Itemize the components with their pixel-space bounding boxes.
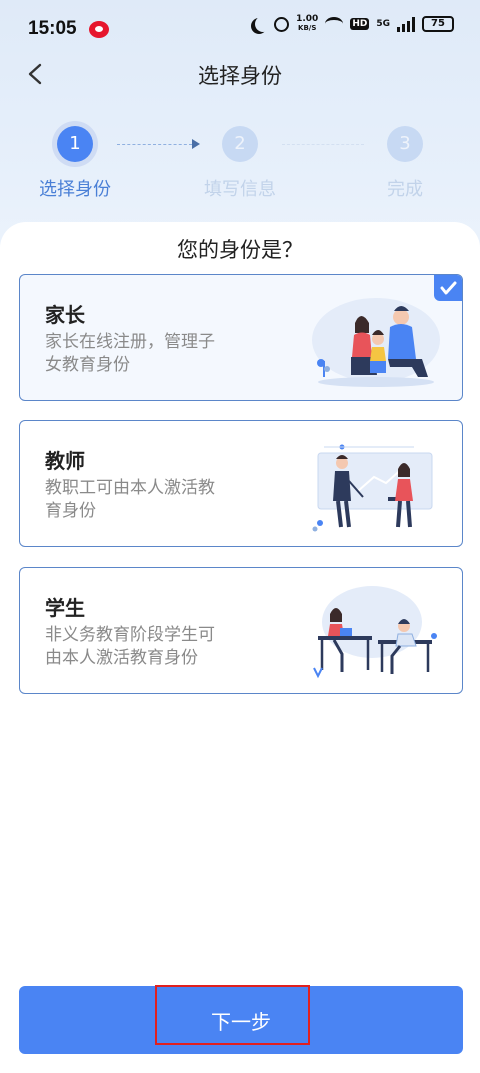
role-question: 您的身份是？ (177, 238, 303, 262)
step-3-circle: 3 (387, 126, 423, 162)
status-time: 15:05 (28, 18, 77, 39)
alarm-clock-icon (274, 16, 290, 32)
role-card-title: 学生 (45, 596, 85, 620)
role-card-description: 非义务教育阶段学生可由本人激活教育身份 (45, 625, 215, 668)
step-3-label: 完成 (387, 179, 423, 200)
step-2-circle: 2 (222, 126, 258, 162)
student-illustration (313, 586, 437, 679)
hd-icon: HD (350, 18, 370, 30)
role-card-description: 教职工可由本人激活教育身份 (45, 478, 215, 521)
wifi-icon (325, 17, 344, 31)
network-type-label: 5G (376, 19, 390, 29)
role-card-student[interactable]: 学生 非义务教育阶段学生可由本人激活教育身份 (19, 567, 463, 694)
next-step-button[interactable]: 下一步 (19, 986, 463, 1054)
family-illustration (312, 298, 440, 387)
role-card-title: 教师 (45, 449, 85, 473)
step-1-circle: 1 (57, 126, 93, 162)
checkmark-icon (440, 281, 457, 295)
network-speed-unit: KB/S (298, 24, 317, 32)
signal-strength-icon (397, 16, 415, 32)
step-connector-1 (117, 144, 192, 145)
role-card-parent[interactable]: 家长 家长在线注册，管理子女教育身份 (19, 274, 463, 401)
progress-stepper: 1 2 3 选择身份 填写信息 完成 (0, 125, 480, 205)
role-card-title: 家长 (45, 303, 85, 327)
teacher-illustration (312, 444, 433, 532)
selected-check-badge (434, 275, 462, 301)
nav-bar: 选择身份 (0, 48, 480, 100)
role-selection-panel: 您的身份是？ 家长 家长在线注册，管理子女教育身份 教师 教职工可由本人激活教育… (0, 222, 480, 1073)
step-connector-2 (282, 144, 364, 145)
battery-icon: 75 (422, 16, 454, 32)
step-2-label: 填写信息 (204, 179, 276, 200)
page-title: 选择身份 (198, 64, 282, 88)
do-not-disturb-moon-icon (255, 16, 271, 32)
role-card-description: 家长在线注册，管理子女教育身份 (45, 332, 215, 375)
role-card-teacher[interactable]: 教师 教职工可由本人激活教育身份 (19, 420, 463, 547)
weibo-notification-icon (88, 20, 109, 38)
next-step-label: 下一步 (211, 1009, 271, 1034)
network-speed: 1.00 KB/S (296, 15, 318, 33)
step-1-label: 选择身份 (39, 179, 111, 200)
status-indicators: 1.00 KB/S HD 5G 75 (251, 15, 454, 33)
step-arrow-icon (192, 139, 200, 149)
network-speed-value: 1.00 (296, 14, 319, 24)
